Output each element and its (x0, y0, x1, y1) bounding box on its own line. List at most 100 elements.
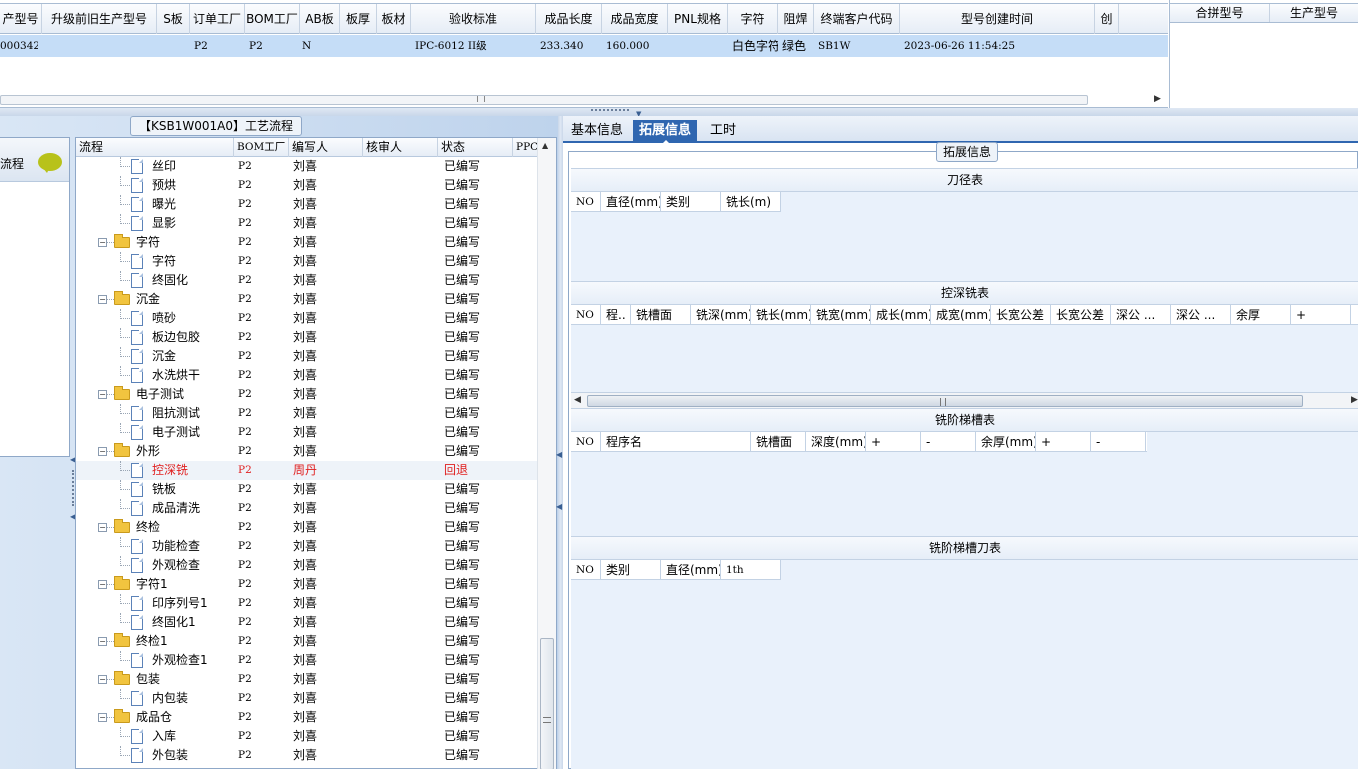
product-grid-col-4[interactable]: BOM工厂 (245, 4, 300, 34)
section-col[interactable]: 直径(mm) (661, 560, 721, 580)
flow-row[interactable]: 曝光 P2 刘喜 已编写 (76, 195, 539, 214)
chat-bubble-icon[interactable] (38, 153, 62, 173)
tab-extended-info[interactable]: 拓展信息 (633, 120, 698, 145)
col-writer[interactable]: 编写人 (289, 138, 363, 157)
flow-row[interactable]: 外包装 P2 刘喜 已编写 (76, 746, 539, 765)
product-grid-cell-3[interactable]: P2 (194, 35, 245, 57)
product-grid-cell-9[interactable]: 233.340 (540, 35, 602, 57)
merge-grid-col-1[interactable]: 生产型号 (1270, 4, 1358, 22)
collapse-node-icon[interactable]: − (98, 447, 107, 456)
flow-row[interactable]: 控深铣 P2 周丹 回退 (76, 461, 539, 480)
section-col[interactable]: 余厚(mm) (976, 432, 1036, 452)
product-grid-cell-2[interactable] (161, 35, 190, 57)
flow-row[interactable]: 电子测试 P2 刘喜 已编写 (76, 423, 539, 442)
collapse-node-icon[interactable]: − (98, 238, 107, 247)
product-grid-cell-4[interactable]: P2 (249, 35, 300, 57)
flow-row[interactable]: − 沉金 P2 刘喜 已编写 (76, 290, 539, 309)
splitter-left-arrow-icon[interactable]: ◀ (556, 450, 562, 459)
product-grid[interactable]: 产型号 升级前旧生产型号 S板 订单工厂 BOM工厂 AB板 板厚 板材 验收标准 成品长度 成品宽… (0, 0, 1168, 108)
section-col[interactable]: 长宽公差 (1051, 305, 1111, 325)
collapse-node-icon[interactable]: − (98, 295, 107, 304)
product-grid-cell-8[interactable]: IPC-6012 II级 (415, 35, 536, 57)
flow-row[interactable]: 显影 P2 刘喜 已编写 (76, 214, 539, 233)
col-status[interactable]: 状态 (438, 138, 513, 157)
section-step-slot-tool[interactable]: 铣阶梯槽刀表 NO 类别 直径(mm) 1th (571, 536, 1358, 769)
flow-row[interactable]: 字符 P2 刘喜 已编写 (76, 252, 539, 271)
scroll-up-arrow-icon[interactable]: ▲ (542, 141, 548, 150)
scroll-right-arrow-icon[interactable]: ▶ (1351, 395, 1358, 405)
section-col[interactable]: NO (571, 432, 601, 452)
product-grid-col-14[interactable]: 终端客户代码 (814, 4, 900, 34)
hscroll-track[interactable] (0, 95, 1088, 105)
flow-row[interactable]: 入库 P2 刘喜 已编写 (76, 727, 539, 746)
product-grid-cell-0[interactable]: 0003423 (0, 35, 38, 57)
flow-row[interactable]: 成品清洗 P2 刘喜 已编写 (76, 499, 539, 518)
product-grid-cell-16[interactable] (1099, 35, 1119, 57)
product-grid-col-12[interactable]: 字符 (728, 4, 778, 34)
product-grid-col-11[interactable]: PNL规格 (668, 4, 728, 34)
scroll-left-arrow-icon[interactable]: ◀ (574, 395, 581, 405)
collapse-node-icon[interactable]: − (98, 675, 107, 684)
product-grid-col-1[interactable]: 升级前旧生产型号 (42, 4, 157, 34)
section-col[interactable]: 深度(mm) (806, 432, 866, 452)
flow-row[interactable]: − 包装 P2 刘喜 已编写 (76, 670, 539, 689)
flow-row[interactable]: − 字符 P2 刘喜 已编写 (76, 233, 539, 252)
product-grid-col-13[interactable]: 阻焊 (778, 4, 814, 34)
flow-row[interactable]: 终固化1 P2 刘喜 已编写 (76, 613, 539, 632)
horizontal-splitter[interactable]: ▼ (0, 108, 1358, 118)
process-flow-rows[interactable]: 丝印 P2 刘喜 已编写 预烘 P2 刘喜 已编写 曝光 P2 刘喜 已编写 显影 P2 刘喜 已编写 − 字符 P… (76, 157, 539, 768)
product-grid-cell-6[interactable] (344, 35, 377, 57)
flow-row[interactable]: 外观检查1 P2 刘喜 已编写 (76, 651, 539, 670)
section-col[interactable]: 类别 (601, 560, 661, 580)
section-col[interactable]: 1th (721, 560, 781, 580)
flow-row[interactable]: 水洗烘干 P2 刘喜 已编写 (76, 366, 539, 385)
section-col[interactable]: 铣深(mm) (691, 305, 751, 325)
section-depth-milling[interactable]: 控深铣表 NO 程.. 铣槽面 铣深(mm) 铣长(mm) 铣宽(mm) 成长(mm) 成宽(… (571, 281, 1358, 408)
collapse-node-icon[interactable]: − (98, 523, 107, 532)
merge-grid-col-0[interactable]: 合拼型号 (1170, 4, 1270, 22)
flow-side-panel[interactable]: 流程 (0, 137, 70, 457)
tab-basic-info[interactable]: 基本信息 (565, 120, 629, 143)
product-grid-col-8[interactable]: 验收标准 (411, 4, 536, 34)
section-col[interactable]: 程.. (601, 305, 631, 325)
process-flow-tree[interactable]: 流程 BOM工厂 编写人 核审人 状态 PPC 丝印 P2 刘喜 已编写 预烘 P2 刘喜已… (75, 137, 557, 769)
section-col[interactable]: 成长(mm) (871, 305, 931, 325)
section-col[interactable]: 铣槽面 (751, 432, 806, 452)
flow-row[interactable]: − 字符1 P2 刘喜 已编写 (76, 575, 539, 594)
product-grid-col-5[interactable]: AB板 (300, 4, 340, 34)
scroll-right-arrow-icon[interactable]: ▶ (1154, 94, 1161, 104)
collapse-node-icon[interactable]: − (98, 580, 107, 589)
product-grid-selected-row[interactable]: 0003423P2P2NIPC-6012 II级233.340160.000白色… (0, 35, 1168, 57)
process-flow-vscrollbar[interactable]: ▲ (537, 138, 556, 769)
product-grid-col-6[interactable]: 板厚 (340, 4, 377, 34)
flow-row[interactable]: − 外形 P2 刘喜 已编写 (76, 442, 539, 461)
flow-row[interactable]: − 终检1 P2 刘喜 已编写 (76, 632, 539, 651)
section-col[interactable]: 铣长(m) (721, 192, 781, 212)
flow-row[interactable]: − 电子测试 P2 刘喜 已编写 (76, 385, 539, 404)
product-grid-col-10[interactable]: 成品宽度 (602, 4, 668, 34)
col-reviewer[interactable]: 核审人 (363, 138, 438, 157)
flow-row[interactable]: 铣板 P2 刘喜 已编写 (76, 480, 539, 499)
product-grid-cell-10[interactable]: 160.000 (606, 35, 668, 57)
section-col[interactable]: NO (571, 192, 601, 212)
product-grid-col-0[interactable]: 产型号 (0, 4, 42, 34)
depth-milling-hscrollbar[interactable]: ◀ ▶ (571, 392, 1358, 408)
section-col[interactable]: 直径(mm) (601, 192, 661, 212)
section-col[interactable]: - (1091, 432, 1146, 452)
section-col[interactable]: 余厚 (1231, 305, 1291, 325)
product-grid-col-16[interactable]: 创 (1095, 4, 1119, 34)
flow-row[interactable]: 外观检查 P2 刘喜 已编写 (76, 556, 539, 575)
product-grid-cell-11[interactable] (672, 35, 728, 57)
section-col[interactable]: - (921, 432, 976, 452)
product-grid-cell-5[interactable]: N (302, 35, 338, 57)
vscroll-thumb[interactable] (540, 638, 554, 769)
product-grid-cell-12[interactable]: 白色字符 (732, 35, 778, 57)
flow-row[interactable]: 印序列号1 P2 刘喜 已编写 (76, 594, 539, 613)
section-tool-diameter[interactable]: 刀径表 NO 直径(mm) 类别 铣长(m) (571, 168, 1358, 281)
section-step-slot[interactable]: 铣阶梯槽表 NO 程序名 铣槽面 深度(mm) + - 余厚(mm) + - (571, 408, 1358, 536)
flow-row[interactable]: 阻抗测试 P2 刘喜 已编写 (76, 404, 539, 423)
flow-row[interactable]: 沉金 P2 刘喜 已编写 (76, 347, 539, 366)
product-grid-cell-15[interactable]: 2023-06-26 11:54:25 (904, 35, 1095, 57)
product-grid-col-3[interactable]: 订单工厂 (190, 4, 245, 34)
section-col[interactable]: 深公 ... (1111, 305, 1171, 325)
